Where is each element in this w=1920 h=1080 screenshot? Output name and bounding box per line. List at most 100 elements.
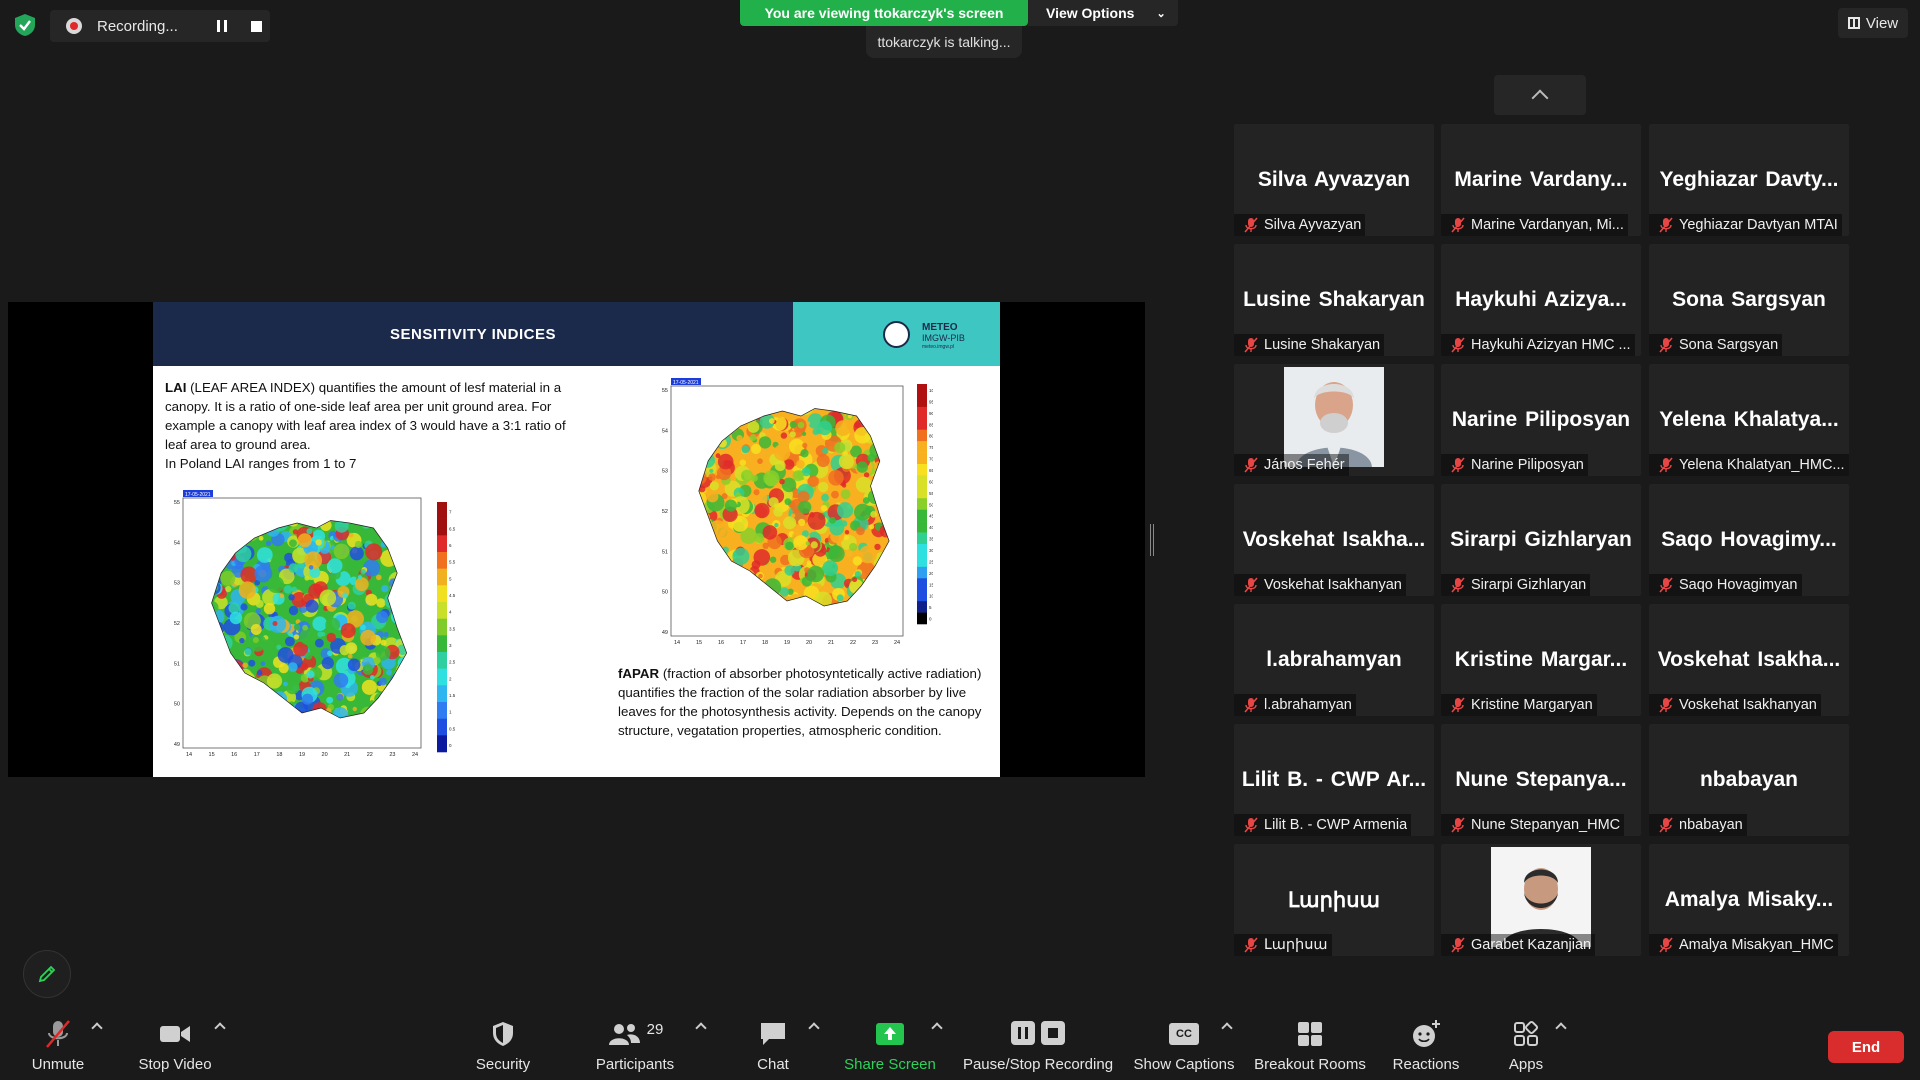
participant-display-name: Amalya Misaky... <box>1664 888 1834 911</box>
chat-options-caret[interactable] <box>808 1022 820 1034</box>
lai-map-lat-tick: 49 <box>174 742 180 748</box>
chevron-up-icon <box>1531 89 1549 107</box>
lai-map-lon-tick: 20 <box>322 752 328 758</box>
participant-tile[interactable]: János Fehér <box>1234 364 1434 476</box>
annotate-button[interactable] <box>23 950 71 998</box>
participant-tile[interactable]: Silva Ayvazyan Silva Ayvazyan <box>1234 124 1434 236</box>
participant-tile[interactable]: Voskehat Isakha... Voskehat Isakhanyan <box>1649 604 1849 716</box>
participant-tile[interactable]: Lilit B. - CWP Ar... Lilit B. - CWP Armen… <box>1234 724 1434 836</box>
participant-name-bar: l.abrahamyan <box>1234 694 1356 716</box>
fapar-map-scale-label: 90 <box>929 411 933 416</box>
participant-name-bar: Narine Piliposyan <box>1441 454 1588 476</box>
video-camera-icon <box>160 1026 190 1042</box>
fapar-map-scale-label: 80 <box>929 434 933 439</box>
participant-tile[interactable]: Լարիսա Լարիսա <box>1234 844 1434 956</box>
apps-button[interactable]: Apps <box>1496 1018 1556 1078</box>
chat-button[interactable]: Chat <box>748 1018 798 1078</box>
participant-tile[interactable]: Garabet Kazanjian <box>1441 844 1641 956</box>
presentation-slide: SENSITIVITY INDICES METEO IMGW-PIB meteo… <box>153 302 1000 777</box>
muted-mic-icon <box>1451 697 1465 713</box>
participants-button[interactable]: 29 Participants <box>590 1018 680 1078</box>
fapar-map-scale-swatch <box>917 429 927 442</box>
participant-name-bar: Amalya Misakyan_HMC <box>1649 934 1838 956</box>
lai-map-scale-label: 3.5 <box>449 626 456 631</box>
pause-stop-icon <box>1011 1021 1065 1045</box>
view-layout-button[interactable]: View <box>1838 8 1908 38</box>
fapar-map-scale-label: 50 <box>929 502 933 507</box>
participant-name-label: Nune Stepanyan_HMC <box>1471 817 1621 833</box>
fapar-map-scale-swatch <box>917 406 927 419</box>
view-options-button[interactable]: View Options ⌄ <box>1028 0 1178 26</box>
breakout-rooms-label: Breakout Rooms <box>1254 1056 1366 1073</box>
participant-tile[interactable]: Voskehat Isakha... Voskehat Isakhanyan <box>1234 484 1434 596</box>
fapar-map-scale-label: 15 <box>929 582 933 587</box>
share-screen-button[interactable]: Share Screen <box>840 1018 940 1078</box>
unmute-button[interactable]: Unmute <box>20 1018 96 1078</box>
panel-resize-handle[interactable] <box>1150 524 1154 556</box>
participant-name-label: Marine Vardanyan, Mi... <box>1471 217 1624 233</box>
end-meeting-button[interactable]: End <box>1828 1031 1904 1063</box>
participant-name-bar: Yelena Khalatyan_HMC... <box>1649 454 1849 476</box>
lai-map-scale-label: 5 <box>449 576 452 581</box>
breakout-rooms-button[interactable]: Breakout Rooms <box>1252 1018 1368 1078</box>
participant-tile[interactable]: Sona Sargsyan Sona Sargsyan <box>1649 244 1849 356</box>
participant-tile[interactable]: Sirarpi Gizhlaryan Sirarpi Gizhlaryan <box>1441 484 1641 596</box>
talking-label: ttokarczyk is talking... <box>877 34 1011 50</box>
fapar-map-lat-tick: 49 <box>662 630 668 636</box>
fapar-map-scale-swatch <box>917 418 927 431</box>
participant-tile[interactable]: l.abrahamyan l.abrahamyan <box>1234 604 1434 716</box>
participant-tile[interactable]: Marine Vardany... Marine Vardanyan, Mi... <box>1441 124 1641 236</box>
fapar-map-scale-label: 60 <box>929 479 933 484</box>
gallery-scroll-up-button[interactable] <box>1494 75 1586 115</box>
participant-tile[interactable]: Amalya Misaky... Amalya Misakyan_HMC <box>1649 844 1849 956</box>
participant-tile[interactable]: Kristine Margar... Kristine Margaryan <box>1441 604 1641 716</box>
pause-recording-button[interactable] <box>214 18 230 34</box>
lai-map-scale-label: 6 <box>449 543 452 548</box>
lai-map-scale-label: 7 <box>449 510 452 515</box>
participant-display-name: Voskehat Isakha... <box>1242 528 1426 551</box>
participant-name-label: Yeghiazar Davtyan MTAI <box>1679 217 1838 233</box>
encryption-shield-icon[interactable] <box>12 12 38 38</box>
viewing-screen-banner: You are viewing ttokarczyk's screen <box>740 0 1028 26</box>
lai-map-scale-label: 0.5 <box>449 726 456 731</box>
fapar-map-scale-label: 100 <box>929 388 933 393</box>
breakout-rooms-icon <box>1298 1022 1322 1046</box>
participant-tile[interactable]: Narine Piliposyan Narine Piliposyan <box>1441 364 1641 476</box>
participant-tile[interactable]: Yeghiazar Davty... Yeghiazar Davtyan MTAI <box>1649 124 1849 236</box>
shared-screen[interactable]: SENSITIVITY INDICES METEO IMGW-PIB meteo… <box>8 302 1145 777</box>
participant-tile[interactable]: Lusine Shakaryan Lusine Shakaryan <box>1234 244 1434 356</box>
lai-map-scale-label: 4 <box>449 610 452 615</box>
reactions-smiley-icon <box>1413 1020 1440 1047</box>
apps-options-caret[interactable] <box>1555 1022 1567 1034</box>
muted-mic-icon <box>1451 457 1465 473</box>
participants-options-caret[interactable] <box>695 1022 707 1034</box>
muted-mic-icon <box>1659 937 1673 953</box>
muted-microphone-icon <box>46 1020 70 1048</box>
participant-tile[interactable]: nbabayan nbabayan <box>1649 724 1849 836</box>
participant-display-name: Voskehat Isakha... <box>1657 648 1841 671</box>
pause-stop-recording-button[interactable]: Pause/Stop Recording <box>958 1018 1118 1078</box>
participant-tile[interactable]: Saqo Hovagimy... Saqo Hovagimyan <box>1649 484 1849 596</box>
participant-name-bar: Kristine Margaryan <box>1441 694 1597 716</box>
lai-map-scale-label: 0 <box>449 743 452 748</box>
fapar-map-lon-tick: 15 <box>696 640 702 646</box>
participant-tile[interactable]: Nune Stepanya... Nune Stepanyan_HMC <box>1441 724 1641 836</box>
fapar-map-scale-swatch <box>917 509 927 522</box>
stop-video-button[interactable]: Stop Video <box>130 1018 220 1078</box>
reactions-button[interactable]: Reactions <box>1386 1018 1466 1078</box>
recording-indicator: Recording... <box>50 10 270 42</box>
lai-map-lon-tick: 16 <box>231 752 237 758</box>
fapar-map-scale-swatch <box>917 555 927 568</box>
fapar-map-scale-swatch <box>917 441 927 453</box>
stop-recording-button[interactable] <box>248 18 264 34</box>
stop-icon <box>250 20 262 32</box>
fapar-map-lon-tick: 23 <box>872 640 878 646</box>
fapar-map-lon-tick: 21 <box>828 640 834 646</box>
fapar-map-scale-swatch <box>917 395 927 408</box>
participant-name-label: Kristine Margaryan <box>1471 697 1593 713</box>
participant-tile[interactable]: Haykuhi Azizya... Haykuhi Azizyan HMC ... <box>1441 244 1641 356</box>
unmute-label: Unmute <box>31 1056 85 1073</box>
participant-display-name: Kristine Margar... <box>1454 648 1628 671</box>
participant-tile[interactable]: Yelena Khalatya... Yelena Khalatyan_HMC..… <box>1649 364 1849 476</box>
security-button[interactable]: Security <box>468 1018 538 1078</box>
